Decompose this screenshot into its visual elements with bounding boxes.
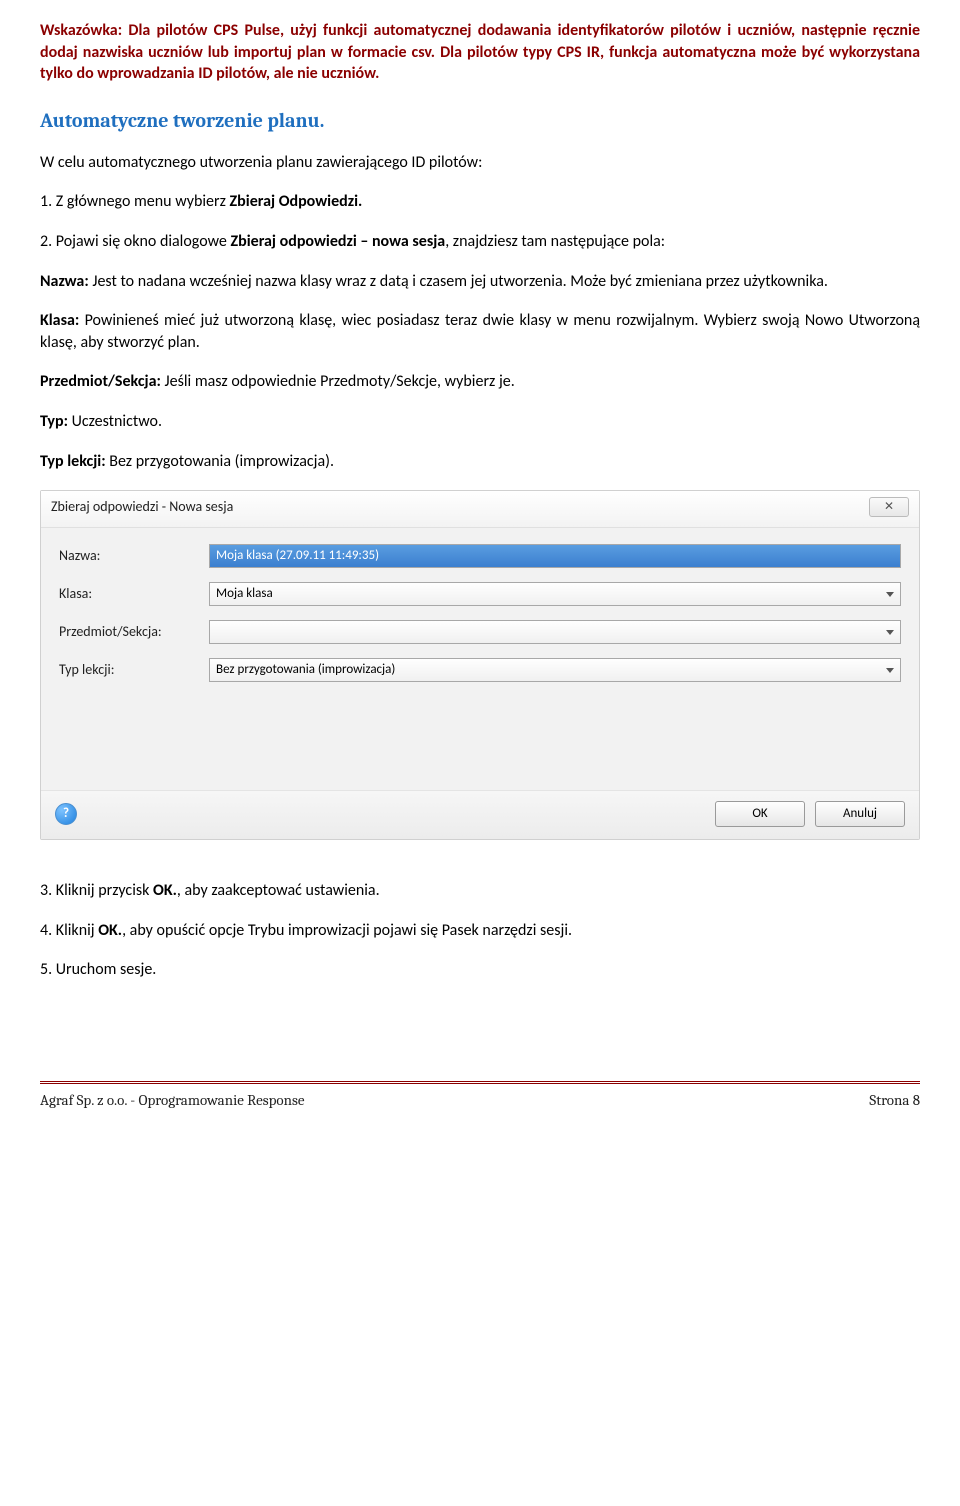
typlekcji-label: Typ lekcji:	[40, 452, 106, 471]
dialog-body: Nazwa: Moja klasa (27.09.11 11:49:35) Kl…	[41, 528, 919, 704]
klasa-label: Klasa:	[40, 311, 79, 330]
step-1: 1. Z głównego menu wybierz Zbieraj Odpow…	[40, 191, 920, 213]
footer-left: Agraf Sp. z o.o. - Oprogramowanie Respon…	[40, 1090, 304, 1110]
label-przedmiot: Przedmiot/Sekcja:	[59, 623, 209, 642]
help-icon-glyph: ?	[63, 805, 69, 823]
chevron-down-icon	[886, 630, 894, 635]
typ-label: Typ:	[40, 412, 68, 431]
step3-text-a: 3. Kliknij przycisk	[40, 881, 153, 900]
input-nazwa[interactable]: Moja klasa (27.09.11 11:49:35)	[209, 544, 901, 568]
hint-prefix: Wskazówka:	[40, 21, 122, 40]
cancel-button[interactable]: Anuluj	[815, 801, 905, 827]
combo-klasa-value: Moja klasa	[216, 585, 273, 603]
row-typlekcji: Typ lekcji: Bez przygotowania (improwiza…	[59, 658, 901, 682]
dialog-footer: ? OK Anuluj	[41, 790, 919, 839]
step1-text: 1. Z głównego menu wybierz	[40, 192, 230, 211]
ok-button[interactable]: OK	[715, 801, 805, 827]
klasa-paragraph: Klasa: Powinieneś mieć już utworzoną kla…	[40, 310, 920, 353]
step3-bold: OK.	[153, 881, 177, 900]
step-4: 4. Kliknij OK., aby opuścić opcje Trybu …	[40, 920, 920, 942]
combo-typlekcji[interactable]: Bez przygotowania (improwizacja)	[209, 658, 901, 682]
step-3: 3. Kliknij przycisk OK., aby zaakceptowa…	[40, 880, 920, 902]
step3-text-c: , aby zaakceptować ustawienia.	[177, 881, 380, 900]
typlekcji-paragraph: Typ lekcji: Bez przygotowania (improwiza…	[40, 451, 920, 473]
row-nazwa: Nazwa: Moja klasa (27.09.11 11:49:35)	[59, 544, 901, 568]
combo-przedmiot[interactable]	[209, 620, 901, 644]
label-typlekcji: Typ lekcji:	[59, 661, 209, 680]
label-nazwa: Nazwa:	[59, 547, 209, 566]
przedmiot-label: Przedmiot/Sekcja:	[40, 372, 161, 391]
nazwa-paragraph: Nazwa: Jest to nadana wcześniej nazwa kl…	[40, 271, 920, 293]
combo-typlekcji-value: Bez przygotowania (improwizacja)	[216, 661, 395, 679]
przedmiot-paragraph: Przedmiot/Sekcja: Jeśli masz odpowiednie…	[40, 371, 920, 393]
intro-paragraph: W celu automatycznego utworzenia planu z…	[40, 152, 920, 174]
nazwa-label: Nazwa:	[40, 272, 89, 291]
cancel-label: Anuluj	[843, 805, 877, 823]
step2-text-a: 2. Pojawi się okno dialogowe	[40, 232, 230, 251]
dialog-titlebar: Zbieraj odpowiedzi - Nowa sesja ✕	[41, 491, 919, 528]
section-heading: Automatyczne tworzenie planu.	[40, 107, 920, 134]
row-przedmiot: Przedmiot/Sekcja:	[59, 620, 901, 644]
step1-bold: Zbieraj Odpowiedzi.	[230, 192, 363, 211]
combo-klasa[interactable]: Moja klasa	[209, 582, 901, 606]
chevron-down-icon	[886, 668, 894, 673]
typ-paragraph: Typ: Uczestnictwo.	[40, 411, 920, 433]
row-klasa: Klasa: Moja klasa	[59, 582, 901, 606]
input-nazwa-value: Moja klasa (27.09.11 11:49:35)	[216, 548, 379, 563]
dialog-window: Zbieraj odpowiedzi - Nowa sesja ✕ Nazwa:…	[40, 490, 920, 840]
footer-right: Strona 8	[869, 1090, 920, 1110]
chevron-down-icon	[886, 592, 894, 597]
close-button[interactable]: ✕	[869, 497, 909, 517]
przedmiot-text: Jeśli masz odpowiednie Przedmoty/Sekcje,…	[161, 372, 515, 391]
close-icon: ✕	[884, 499, 894, 515]
help-icon[interactable]: ?	[55, 803, 77, 825]
label-klasa: Klasa:	[59, 585, 209, 604]
klasa-text: Powinieneś mieć już utworzoną klasę, wie…	[40, 311, 920, 352]
step-2: 2. Pojawi się okno dialogowe Zbieraj odp…	[40, 231, 920, 253]
step4-text-a: 4. Kliknij	[40, 921, 98, 940]
hint-paragraph: Wskazówka: Dla pilotów CPS Pulse, użyj f…	[40, 20, 920, 85]
hint-text: Dla pilotów CPS Pulse, użyj funkcji auto…	[40, 21, 920, 83]
ok-label: OK	[752, 805, 767, 823]
step2-bold: Zbieraj odpowiedzi – nowa sesja	[230, 232, 445, 251]
step2-text-c: , znajdziesz tam następujące pola:	[445, 232, 665, 251]
page-footer: Agraf Sp. z o.o. - Oprogramowanie Respon…	[40, 1081, 920, 1110]
typlekcji-text: Bez przygotowania (improwizacja).	[106, 452, 334, 471]
dialog-title: Zbieraj odpowiedzi - Nowa sesja	[51, 498, 233, 517]
typ-text: Uczestnictwo.	[68, 412, 162, 431]
step4-text-c: , aby opuścić opcje Trybu improwizacji p…	[122, 921, 572, 940]
nazwa-text: Jest to nadana wcześniej nazwa klasy wra…	[89, 272, 828, 291]
step-5: 5. Uruchom sesje.	[40, 959, 920, 981]
step4-bold: OK.	[98, 921, 122, 940]
